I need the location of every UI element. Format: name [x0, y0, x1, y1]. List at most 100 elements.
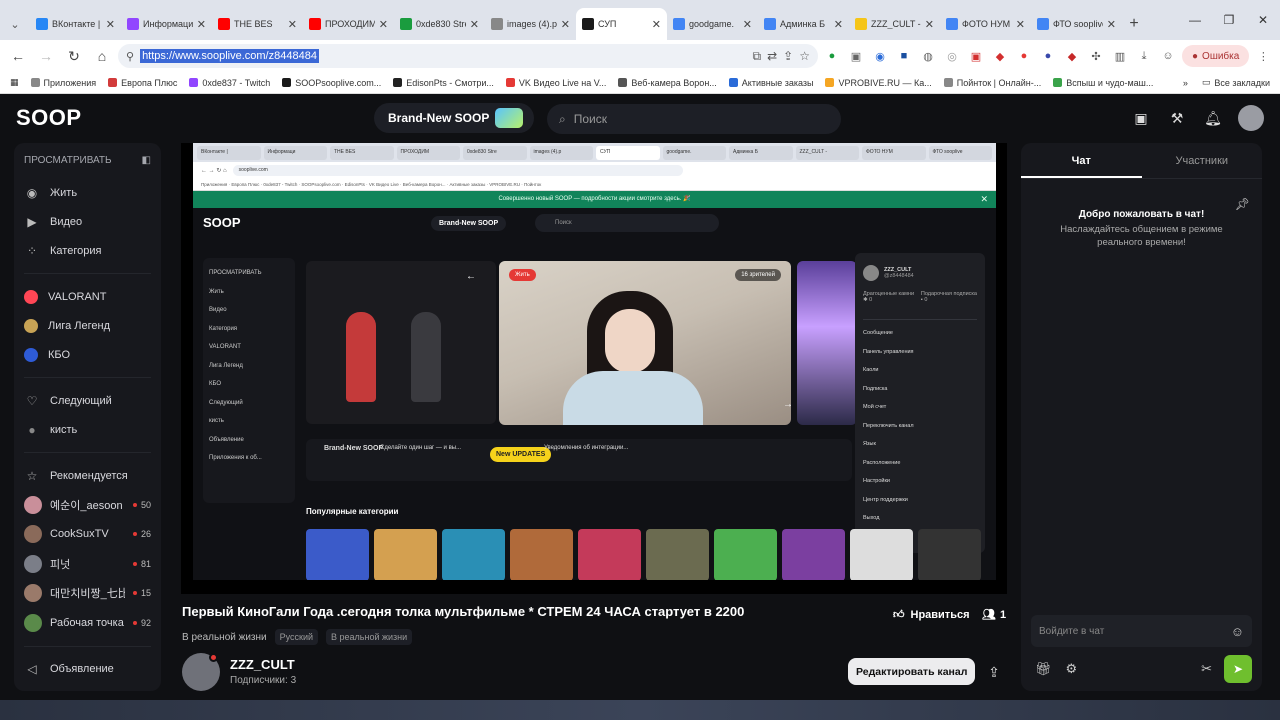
tab-close-icon[interactable]: ✕ [288, 18, 297, 31]
site-info-icon[interactable]: ⚲ [126, 50, 134, 63]
recommended-channel[interactable]: CookSuxTV 26 [24, 520, 151, 550]
bookmark-item[interactable]: Вспыш и чудо-маш... [1053, 78, 1153, 88]
bookmark-item[interactable]: Пойнток | Онлайн-... [943, 78, 1041, 88]
tab-participants[interactable]: Участники [1142, 143, 1263, 178]
tab-close-icon[interactable]: ✕ [561, 18, 570, 31]
tab-search-icon[interactable]: ⌄ [4, 13, 26, 35]
sidebar-item-category[interactable]: ⁘ Категория [24, 236, 151, 265]
home-icon[interactable]: ⌂ [90, 44, 114, 68]
minimize-icon[interactable]: — [1178, 13, 1212, 27]
more-bookmarks-icon[interactable]: » [1183, 78, 1188, 88]
browser-tab[interactable]: goodgame. ✕ [667, 8, 758, 40]
browser-tab[interactable]: СУП ✕ [576, 8, 667, 40]
sidebar-game-kbo[interactable]: КБО [24, 340, 151, 369]
browser-tab[interactable]: ПРОХОДИМ ✕ [303, 8, 394, 40]
sidebar-game-lol[interactable]: Лига Легенд [24, 311, 151, 340]
emoji-icon[interactable]: ☺ [1231, 624, 1244, 639]
sidebar-item-recommended[interactable]: ☆ Рекомендуется [24, 461, 151, 490]
tab-close-icon[interactable]: ✕ [470, 18, 479, 31]
bookmark-item[interactable]: Европа Плюс [108, 78, 177, 88]
back-icon[interactable]: ← [6, 44, 30, 68]
bookmark-item[interactable]: VK Видео Live на V... [505, 78, 606, 88]
browser-tab[interactable]: 0xde830 Stre ✕ [394, 8, 485, 40]
extension-icon[interactable]: ◍ [918, 46, 938, 66]
bookmark-item[interactable]: Активные заказы [728, 78, 813, 88]
tab-close-icon[interactable]: ✕ [1016, 18, 1025, 31]
broadcast-icon[interactable]: ▣ [1130, 107, 1152, 129]
extension-icon[interactable]: ◆ [990, 46, 1010, 66]
sidebar-item-announcement[interactable]: ◁ Объявление [24, 655, 151, 684]
bookmark-star-icon[interactable]: ☆ [799, 49, 810, 63]
browser-error-button[interactable]: ● Ошибка [1182, 45, 1250, 67]
extension-icon[interactable]: ◆ [1062, 46, 1082, 66]
browser-tab[interactable]: ФТО sooplive ✕ [1031, 8, 1122, 40]
send-button[interactable]: ➤ [1224, 655, 1252, 683]
video-player[interactable]: ВКонтакте | Информаци THE BES ПРОХОДИМ 0xde8… [181, 143, 1007, 594]
bookmark-item[interactable]: EdisonPts - Смотри... [393, 78, 494, 88]
share-icon[interactable]: ⇪ [983, 661, 1005, 683]
collapse-sidebar-icon[interactable]: ◧ [142, 155, 151, 166]
extension-icon[interactable]: ◉ [870, 46, 890, 66]
bookmark-item[interactable]: Веб-камера Ворон... [618, 78, 717, 88]
extension-icon[interactable]: ■ [894, 46, 914, 66]
omnibox[interactable]: ⚲ https://www.sooplive.com/z8448484 ⧉ ⇄ … [118, 44, 818, 68]
browser-tab[interactable]: Админка Б ✕ [758, 8, 849, 40]
browser-tab[interactable]: ВКонтакте | ✕ [30, 8, 121, 40]
chat-input[interactable]: Войдите в чат ☺ [1031, 615, 1252, 647]
browser-tab[interactable]: images (4).p ✕ [485, 8, 576, 40]
sidebar-item-video[interactable]: ▶ Видео [24, 207, 151, 236]
tab-close-icon[interactable]: ✕ [1107, 18, 1116, 31]
tab-chat[interactable]: Чат [1021, 143, 1142, 178]
new-tab-button[interactable]: + [1122, 8, 1146, 40]
browser-tab[interactable]: Информаци ✕ [121, 8, 212, 40]
browser-tab[interactable]: THE BES ✕ [212, 8, 303, 40]
recommended-channel[interactable]: Рабочая точка 92 [24, 608, 151, 638]
recommended-channel[interactable]: 피넛 81 [24, 549, 151, 579]
apps-grid-icon[interactable]: ▦ [10, 77, 19, 88]
tab-close-icon[interactable]: ✕ [106, 18, 115, 31]
tools-icon[interactable]: ✂ [1201, 661, 1212, 677]
profile-icon[interactable]: ☺ [1158, 46, 1178, 66]
extension-icon[interactable]: ● [822, 46, 842, 66]
browser-tab[interactable]: ZZZ_CULT - ✕ [849, 8, 940, 40]
bookmark-item[interactable]: 0xde837 - Twitch [189, 78, 270, 88]
sidebar-item-following[interactable]: ♡ Следующий [24, 386, 151, 415]
channel-name[interactable]: ZZZ_CULT [230, 657, 295, 672]
tab-close-icon[interactable]: ✕ [379, 18, 388, 31]
bookmark-item[interactable]: SOOPsooplive.com... [282, 78, 381, 88]
close-window-icon[interactable]: ✕ [1246, 13, 1280, 27]
extension-icon[interactable]: ▣ [846, 46, 866, 66]
stream-tag[interactable]: В реальной жизни [326, 629, 413, 645]
tab-close-icon[interactable]: ✕ [652, 18, 661, 31]
extension-icon[interactable]: ◎ [942, 46, 962, 66]
url-text[interactable]: https://www.sooplive.com/z8448484 [140, 49, 319, 63]
search-input[interactable]: ⌕ Поиск [547, 104, 841, 134]
sidebar-game-valorant[interactable]: VALORANT [24, 282, 151, 311]
sidebar-following-user[interactable]: ● кисть [24, 415, 151, 444]
all-bookmarks-folder[interactable]: ▭ Все закладки [1202, 77, 1270, 88]
recommended-channel[interactable]: 예순이_aesoon 50 [24, 490, 151, 520]
tab-close-icon[interactable]: ✕ [197, 18, 206, 31]
reload-icon[interactable]: ↻ [62, 44, 86, 68]
download-icon[interactable]: ⤓ [1134, 46, 1154, 66]
maximize-icon[interactable]: ❐ [1212, 13, 1246, 27]
settings-gear-icon[interactable]: ⚙ [1066, 661, 1078, 677]
recommended-channel[interactable]: 대만치비짱_七比 15 [24, 579, 151, 609]
browser-menu-icon[interactable]: ⋮ [1253, 46, 1273, 66]
bookmark-item[interactable]: VPROBIVE.RU — Ка... [825, 78, 932, 88]
share-icon[interactable]: ⇪ [783, 49, 793, 63]
brand-new-soop-button[interactable]: Brand-New SOOP [374, 103, 534, 133]
gift-icon[interactable]: 🎁︎ [1035, 661, 1052, 677]
extension-icon[interactable]: ▣ [966, 46, 986, 66]
tab-close-icon[interactable]: ✕ [743, 18, 752, 31]
stream-category[interactable]: В реальной жизни [182, 632, 267, 643]
install-icon[interactable]: ⧉ [753, 49, 762, 64]
bookmark-item[interactable]: Приложения [30, 78, 96, 88]
sidepanel-icon[interactable]: ▥ [1110, 46, 1130, 66]
channel-avatar[interactable] [182, 653, 220, 691]
extensions-puzzle-icon[interactable]: ✣ [1086, 46, 1106, 66]
extension-icon[interactable]: ● [1014, 46, 1034, 66]
notification-bell-icon[interactable]: 🔔︎ [1202, 107, 1224, 129]
profile-avatar[interactable] [1238, 105, 1264, 131]
tab-close-icon[interactable]: ✕ [925, 18, 934, 31]
